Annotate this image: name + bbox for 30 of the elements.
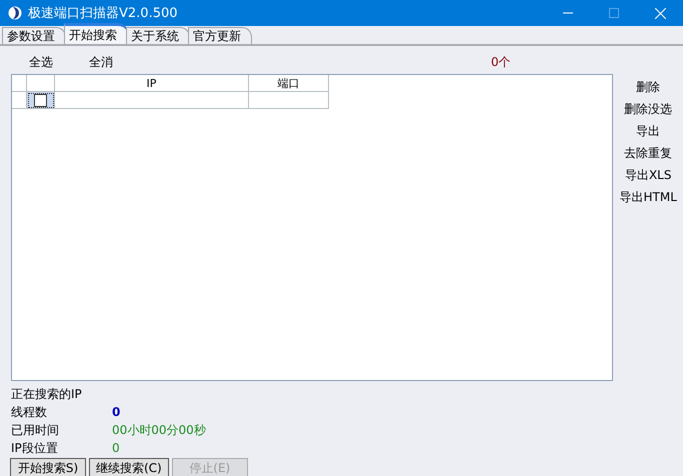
tab[interactable]: 关于系统 <box>126 27 190 44</box>
action-button[interactable]: 去除重复 <box>624 142 672 164</box>
checkbox[interactable] <box>34 94 47 106</box>
action-button[interactable]: 删除 <box>636 76 660 98</box>
tab[interactable]: 开始搜索 <box>64 23 128 44</box>
tab[interactable]: 官方更新 <box>188 27 252 44</box>
result-count: 0个 <box>491 54 511 70</box>
maximize-icon <box>609 8 619 18</box>
action-button[interactable]: 导出HTML <box>620 186 677 208</box>
window-title: 极速端口扫描器V2.0.500 <box>28 5 179 22</box>
status-value: 0 <box>112 441 120 455</box>
status-label: 已用时间 <box>11 422 60 438</box>
action-button[interactable]: 导出 <box>636 120 660 142</box>
status-value: 0 <box>112 405 120 419</box>
action-button[interactable]: 导出XLS <box>624 164 672 186</box>
checkbox-cell[interactable] <box>27 92 55 109</box>
action-button[interactable]: 删除没选 <box>624 98 672 120</box>
tab[interactable]: 参数设置 <box>2 27 66 44</box>
action-button[interactable]: 开始搜索S) <box>10 458 86 476</box>
status-value: 00小时00分00秒 <box>112 422 206 438</box>
column-header[interactable]: IP <box>55 75 249 92</box>
status-label: 正在搜索的IP <box>11 386 82 402</box>
status-label: 线程数 <box>11 404 48 420</box>
app-icon <box>8 5 22 21</box>
close-icon <box>654 8 666 18</box>
column-header[interactable]: 端口 <box>249 75 329 92</box>
deselect-all-button[interactable]: 全消 <box>89 54 131 70</box>
action-button[interactable]: 继续搜索(C) <box>89 458 169 476</box>
select-all-button[interactable]: 全选 <box>29 54 71 70</box>
status-label: IP段位置 <box>11 440 59 456</box>
